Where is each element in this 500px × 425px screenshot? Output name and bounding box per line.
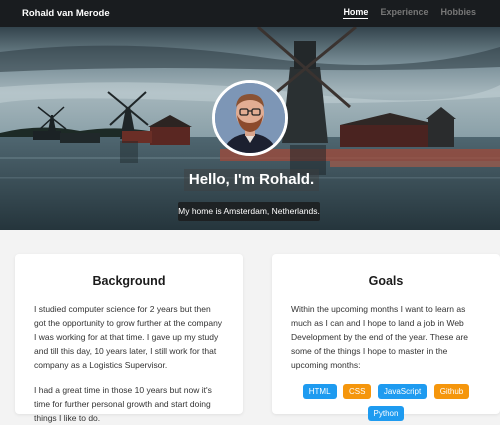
background-paragraph-2: I had a great time in those 10 years but… [34, 385, 212, 423]
goals-title: Goals [368, 274, 404, 288]
tag-github: Github [433, 384, 470, 399]
goals-card: Goals Within the upcoming months I want … [272, 254, 500, 421]
nav-link-home[interactable]: Home [343, 7, 369, 19]
nav-link-hobbies[interactable]: Hobbies [440, 7, 476, 19]
navbar: Rohald van Merode Home Experience Hobbie… [0, 0, 500, 27]
hero-subtitle: My home is Amsterdam, Netherlands. [178, 202, 320, 221]
nav-links: Home Experience Hobbies [343, 7, 476, 19]
background-title: Background [92, 274, 166, 288]
tag-javascript: JavaScript [377, 384, 428, 399]
skill-tags: HTML CSS JavaScript Github Python [272, 381, 500, 425]
nav-link-experience[interactable]: Experience [380, 7, 428, 19]
background-card: Background I studied computer science fo… [15, 254, 243, 423]
brand-name[interactable]: Rohald van Merode [22, 8, 110, 19]
person-photo-icon [215, 83, 285, 153]
tag-css: CSS [342, 384, 372, 399]
background-paragraph-1: I studied computer science for 2 years b… [34, 304, 223, 370]
hero-title: Hello, I'm Rohald. [184, 169, 319, 191]
hero-section: Hello, I'm Rohald. My home is Amsterdam,… [0, 27, 500, 230]
goals-paragraph: Within the upcoming months I want to lea… [291, 304, 469, 370]
profile-avatar [212, 80, 288, 156]
tag-html: HTML [302, 384, 337, 399]
tag-python: Python [367, 406, 405, 421]
